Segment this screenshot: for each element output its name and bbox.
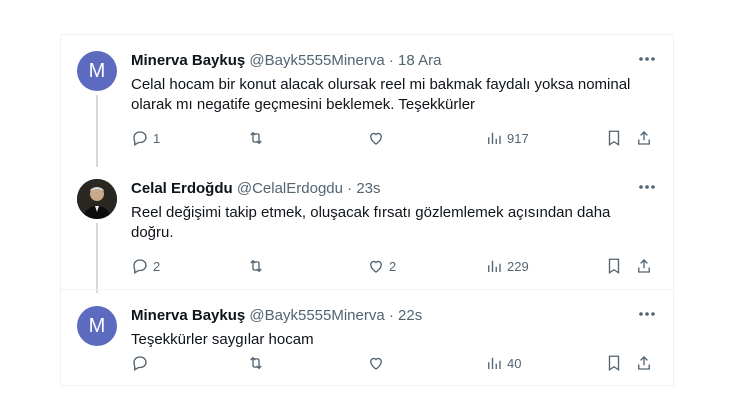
tweet-header: Minerva Baykuş @Bayk5555Minerva · 18 Ara — [131, 51, 441, 71]
reply-count: 2 — [153, 258, 161, 274]
bookmark-button[interactable] — [605, 352, 623, 374]
tweet-header: Celal Erdoğdu @CelalErdogdu · 23s — [131, 179, 381, 199]
share-button[interactable] — [635, 127, 653, 149]
like-count: 2 — [389, 258, 397, 274]
thread-connector-line — [96, 95, 98, 167]
reply-icon — [133, 131, 147, 146]
views-icon — [488, 260, 501, 272]
author-name[interactable]: Minerva Baykuş — [131, 307, 245, 324]
retweet-button[interactable] — [247, 255, 269, 277]
tweet[interactable]: M Minerva Baykuş @Bayk5555Minerva · 18 A… — [61, 35, 673, 167]
tweet-timestamp[interactable]: 22s — [398, 307, 422, 324]
views-icon — [488, 132, 501, 144]
retweet-button[interactable] — [247, 127, 269, 149]
more-icon[interactable] — [635, 177, 659, 197]
view-count: 229 — [507, 258, 529, 274]
view-count: 917 — [507, 130, 529, 146]
conversation-thread: M Minerva Baykuş @Bayk5555Minerva · 18 A… — [60, 34, 674, 386]
bookmark-icon — [608, 355, 620, 372]
retweet-icon — [250, 356, 262, 370]
tweet-text: Teşekkürler saygılar hocam — [131, 331, 314, 348]
author-handle[interactable]: @CelalErdogdu — [237, 180, 343, 197]
views-button[interactable]: 229 — [485, 255, 529, 277]
reply-button[interactable] — [131, 352, 153, 374]
avatar[interactable]: M — [77, 306, 117, 346]
like-button[interactable] — [367, 352, 389, 374]
author-handle[interactable]: @Bayk5555Minerva — [249, 52, 384, 69]
tweet[interactable]: Celal Erdoğdu @CelalErdogdu · 23s Reel d… — [61, 163, 673, 293]
share-button[interactable] — [635, 255, 653, 277]
tweet-timestamp[interactable]: 23s — [356, 180, 380, 197]
reply-count: 1 — [153, 130, 161, 146]
reply-button[interactable]: 2 — [131, 255, 160, 277]
author-handle[interactable]: @Bayk5555Minerva — [249, 307, 384, 324]
more-icon[interactable] — [635, 304, 659, 324]
reply-icon — [133, 259, 147, 274]
avatar-letter: M — [88, 59, 106, 82]
separator-dot: · — [388, 52, 394, 69]
share-button[interactable] — [635, 352, 653, 374]
tweet-actions: 40 — [131, 352, 657, 374]
retweet-icon — [250, 131, 262, 145]
more-icon[interactable] — [635, 49, 659, 69]
tweet-text: Celal hocam bir konut alacak olursak ree… — [131, 76, 631, 113]
retweet-icon — [250, 259, 262, 273]
avatar-letter: M — [88, 314, 106, 337]
views-button[interactable]: 40 — [485, 352, 521, 374]
like-button[interactable] — [367, 127, 389, 149]
share-icon — [638, 356, 650, 370]
bookmark-icon — [608, 130, 620, 147]
reply-button[interactable]: 1 — [131, 127, 160, 149]
tweet-actions: 1 917 — [131, 127, 657, 149]
tweet-header: Minerva Baykuş @Bayk5555Minerva · 22s — [131, 306, 422, 326]
avatar[interactable]: M — [77, 51, 117, 91]
separator-dot: · — [388, 307, 394, 324]
bookmark-button[interactable] — [605, 255, 623, 277]
bookmark-icon — [608, 258, 620, 275]
author-name[interactable]: Minerva Baykuş — [131, 52, 245, 69]
author-name[interactable]: Celal Erdoğdu — [131, 180, 233, 197]
views-icon — [488, 357, 501, 369]
heart-icon — [370, 357, 382, 370]
retweet-button[interactable] — [247, 352, 269, 374]
heart-icon — [370, 260, 382, 273]
tweet-actions: 2 2 229 — [131, 255, 657, 277]
tweet-text: Reel değişimi takip etmek, oluşacak fırs… — [131, 204, 611, 241]
share-icon — [638, 131, 650, 145]
profile-photo-icon — [77, 179, 117, 219]
reply-icon — [133, 356, 147, 371]
tweet-timestamp[interactable]: 18 Ara — [398, 52, 441, 69]
like-button[interactable]: 2 — [367, 255, 396, 277]
tweet[interactable]: M Minerva Baykuş @Bayk5555Minerva · 22s … — [61, 289, 673, 386]
views-button[interactable]: 917 — [485, 127, 529, 149]
view-count: 40 — [507, 355, 522, 371]
share-icon — [638, 259, 650, 273]
bookmark-button[interactable] — [605, 127, 623, 149]
separator-dot: · — [347, 180, 353, 197]
avatar[interactable] — [77, 179, 117, 219]
heart-icon — [370, 132, 382, 145]
thread-connector-line — [96, 223, 98, 293]
